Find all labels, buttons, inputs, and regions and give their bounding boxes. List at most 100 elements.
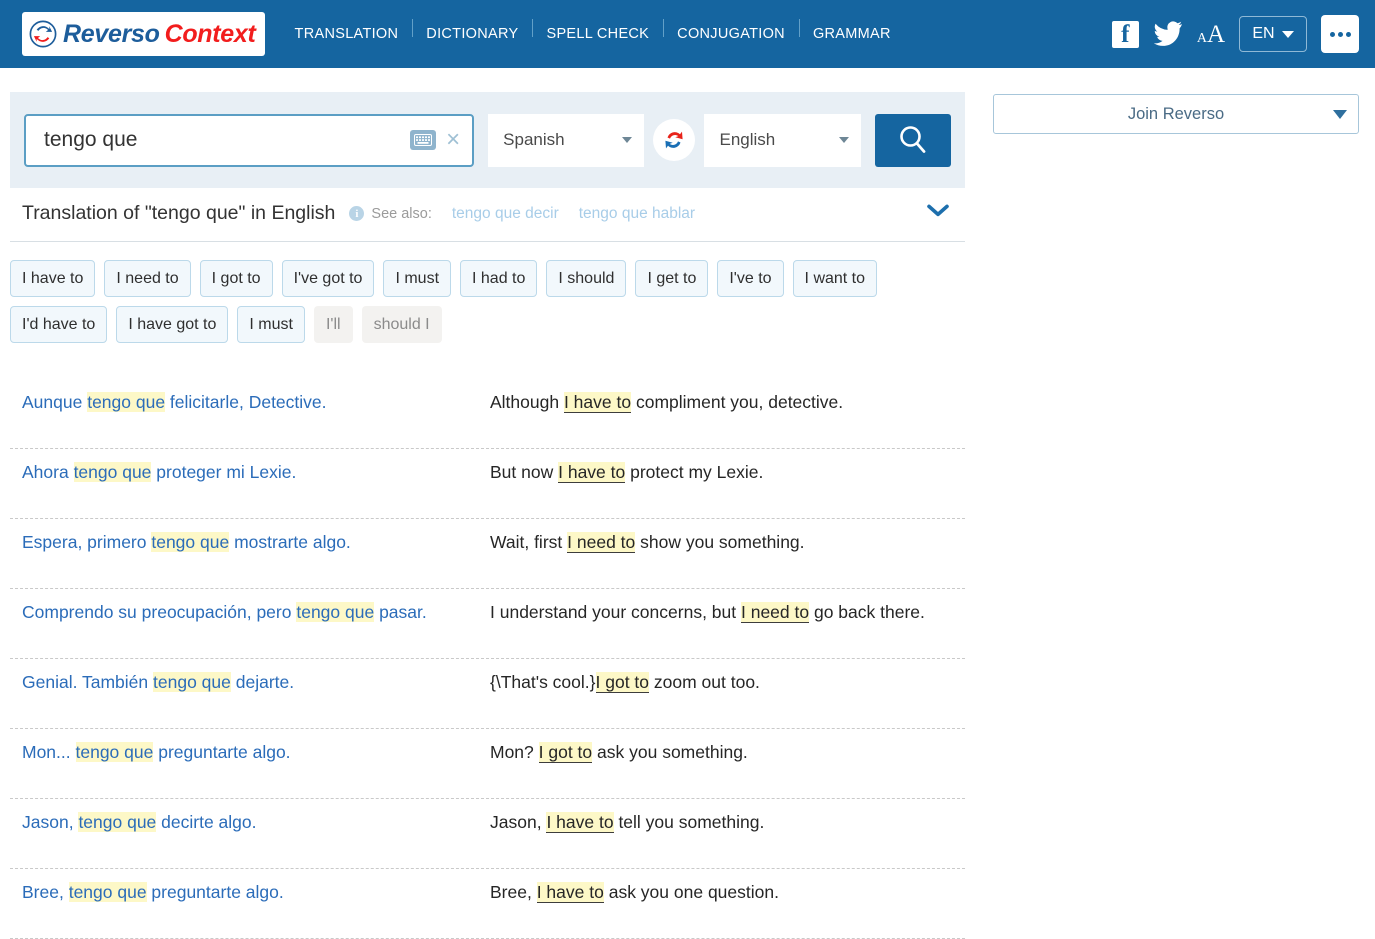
sentence-text: decirte algo.: [156, 812, 256, 832]
nav-item-spell-check[interactable]: SPELL CHECK: [532, 26, 663, 42]
example-source-sentence[interactable]: Comprendo su preocupación, pero tengo qu…: [10, 601, 490, 625]
header-actions: f AA EN: [1112, 0, 1359, 68]
translation-chip[interactable]: I want to: [793, 260, 877, 297]
translation-chip[interactable]: I have to: [10, 260, 95, 297]
search-input[interactable]: [42, 127, 410, 153]
font-size-large-glyph: A: [1207, 21, 1225, 48]
facebook-icon[interactable]: f: [1112, 21, 1139, 48]
sentence-text: Bree,: [22, 882, 69, 902]
translation-chip[interactable]: I have got to: [116, 306, 228, 343]
search-bar: × Spanish English: [10, 92, 965, 188]
translation-chip[interactable]: I've to: [717, 260, 783, 297]
sentence-text: go back there.: [809, 602, 925, 622]
chevron-down-icon: [839, 137, 849, 143]
example-source-sentence[interactable]: Aunque tengo que felicitarle, Detective.: [10, 391, 490, 415]
twitter-icon[interactable]: [1153, 21, 1183, 47]
translation-chip[interactable]: I'll: [314, 306, 353, 343]
source-language-select[interactable]: Spanish: [488, 114, 644, 167]
example-row: Aunque tengo que felicitarle, Detective.…: [10, 379, 965, 449]
font-size-small-glyph: A: [1197, 31, 1207, 46]
sentence-text: Ahora: [22, 462, 74, 482]
example-target-sentence[interactable]: Wait, first I need to show you something…: [490, 531, 965, 555]
join-reverso-button[interactable]: Join Reverso: [993, 94, 1359, 134]
example-target-sentence[interactable]: {\That's cool.}I got to zoom out too.: [490, 671, 965, 695]
translation-chip[interactable]: I must: [237, 306, 305, 343]
example-row: Jason, tengo que decirte algo.Jason, I h…: [10, 799, 965, 869]
translation-chip[interactable]: I'd have to: [10, 306, 107, 343]
logo-text-primary: Reverso: [63, 20, 160, 48]
sentence-text: Jason,: [490, 812, 546, 832]
reverso-context-logo[interactable]: ReversoContext: [22, 12, 265, 56]
sentence-text: {\That's cool.}: [490, 672, 596, 692]
main-navigation: TRANSLATION DICTIONARY SPELL CHECK CONJU…: [281, 26, 905, 42]
translation-chip[interactable]: I must: [383, 260, 451, 297]
see-also-link-tengo-que-decir[interactable]: tengo que decir: [452, 205, 559, 223]
example-row: Genial. También tengo que dejarte.{\That…: [10, 659, 965, 729]
translation-chip[interactable]: I get to: [635, 260, 708, 297]
interface-language-selector[interactable]: EN: [1239, 16, 1307, 52]
example-target-sentence[interactable]: Jason, I have to tell you something.: [490, 811, 965, 835]
example-target-sentence[interactable]: But now I have to protect my Lexie.: [490, 461, 965, 485]
example-source-sentence[interactable]: Jason, tengo que decirte algo.: [10, 811, 490, 835]
target-language-label: English: [719, 130, 775, 150]
nav-item-grammar[interactable]: GRAMMAR: [799, 26, 905, 42]
sentence-text: tell you something.: [614, 812, 765, 832]
swap-languages-icon[interactable]: [653, 119, 695, 161]
sentence-text: mostrarte algo.: [229, 532, 351, 552]
example-target-sentence[interactable]: Mon? I got to ask you something.: [490, 741, 965, 765]
interface-language-label: EN: [1252, 25, 1274, 43]
sidebar: Join Reverso: [965, 68, 1375, 134]
example-target-sentence[interactable]: Bree, I have to ask you one question.: [490, 881, 965, 905]
sentence-text: proteger mi Lexie.: [151, 462, 296, 482]
example-row: Ahora tengo que proteger mi Lexie.But no…: [10, 449, 965, 519]
page-body: × Spanish English: [0, 68, 1375, 939]
sentence-text: Espera, primero: [22, 532, 151, 552]
highlighted-term: I need to: [741, 602, 809, 623]
example-source-sentence[interactable]: Ahora tengo que proteger mi Lexie.: [10, 461, 490, 485]
translation-chip[interactable]: I got to: [200, 260, 273, 297]
translation-chip[interactable]: I should: [546, 260, 626, 297]
translation-chip[interactable]: I've got to: [282, 260, 375, 297]
highlighted-term: I have to: [546, 812, 613, 833]
sentence-text: compliment you, detective.: [631, 392, 843, 412]
chevron-down-icon: [1282, 31, 1294, 38]
example-source-sentence[interactable]: Espera, primero tengo que mostrarte algo…: [10, 531, 490, 555]
translation-chip[interactable]: should I: [362, 306, 442, 343]
nav-item-dictionary[interactable]: DICTIONARY: [412, 26, 532, 42]
sentence-text: preguntarte algo.: [147, 882, 284, 902]
font-size-icon[interactable]: AA: [1197, 22, 1225, 47]
example-row: Comprendo su preocupación, pero tengo qu…: [10, 589, 965, 659]
search-icon: [896, 123, 930, 157]
source-language-label: Spanish: [503, 130, 564, 150]
translation-chip[interactable]: I had to: [460, 260, 537, 297]
search-input-wrapper[interactable]: ×: [24, 114, 474, 167]
example-target-sentence[interactable]: Although I have to compliment you, detec…: [490, 391, 965, 415]
main-content: × Spanish English: [0, 68, 965, 939]
site-header: ReversoContext TRANSLATION DICTIONARY SP…: [0, 0, 1375, 68]
highlighted-term: I have to: [564, 392, 631, 413]
example-source-sentence[interactable]: Genial. También tengo que dejarte.: [10, 671, 490, 695]
target-language-select[interactable]: English: [704, 114, 860, 167]
sentence-text: Wait, first: [490, 532, 567, 552]
highlighted-term: tengo que: [87, 392, 165, 412]
example-source-sentence[interactable]: Bree, tengo que preguntarte algo.: [10, 881, 490, 905]
chevron-down-icon: [622, 137, 632, 143]
see-also-link-tengo-que-hablar[interactable]: tengo que hablar: [579, 205, 695, 223]
chevron-down-icon[interactable]: [925, 202, 951, 223]
sentence-text: Jason,: [22, 812, 78, 832]
sentence-text: Mon?: [490, 742, 539, 762]
sentence-text: Mon...: [22, 742, 76, 762]
sentence-text: Genial. También: [22, 672, 153, 692]
nav-item-translation[interactable]: TRANSLATION: [281, 26, 413, 42]
nav-item-conjugation[interactable]: CONJUGATION: [663, 26, 799, 42]
search-button[interactable]: [875, 114, 951, 167]
example-target-sentence[interactable]: I understand your concerns, but I need t…: [490, 601, 965, 625]
virtual-keyboard-icon[interactable]: [410, 130, 436, 150]
info-icon[interactable]: i: [349, 206, 364, 221]
highlighted-term: tengo que: [78, 812, 156, 832]
translation-chip[interactable]: I need to: [104, 260, 190, 297]
example-source-sentence[interactable]: Mon... tengo que preguntarte algo.: [10, 741, 490, 765]
clear-input-icon[interactable]: ×: [446, 128, 460, 152]
more-options-icon[interactable]: [1321, 15, 1359, 53]
sentence-text: protect my Lexie.: [625, 462, 763, 482]
